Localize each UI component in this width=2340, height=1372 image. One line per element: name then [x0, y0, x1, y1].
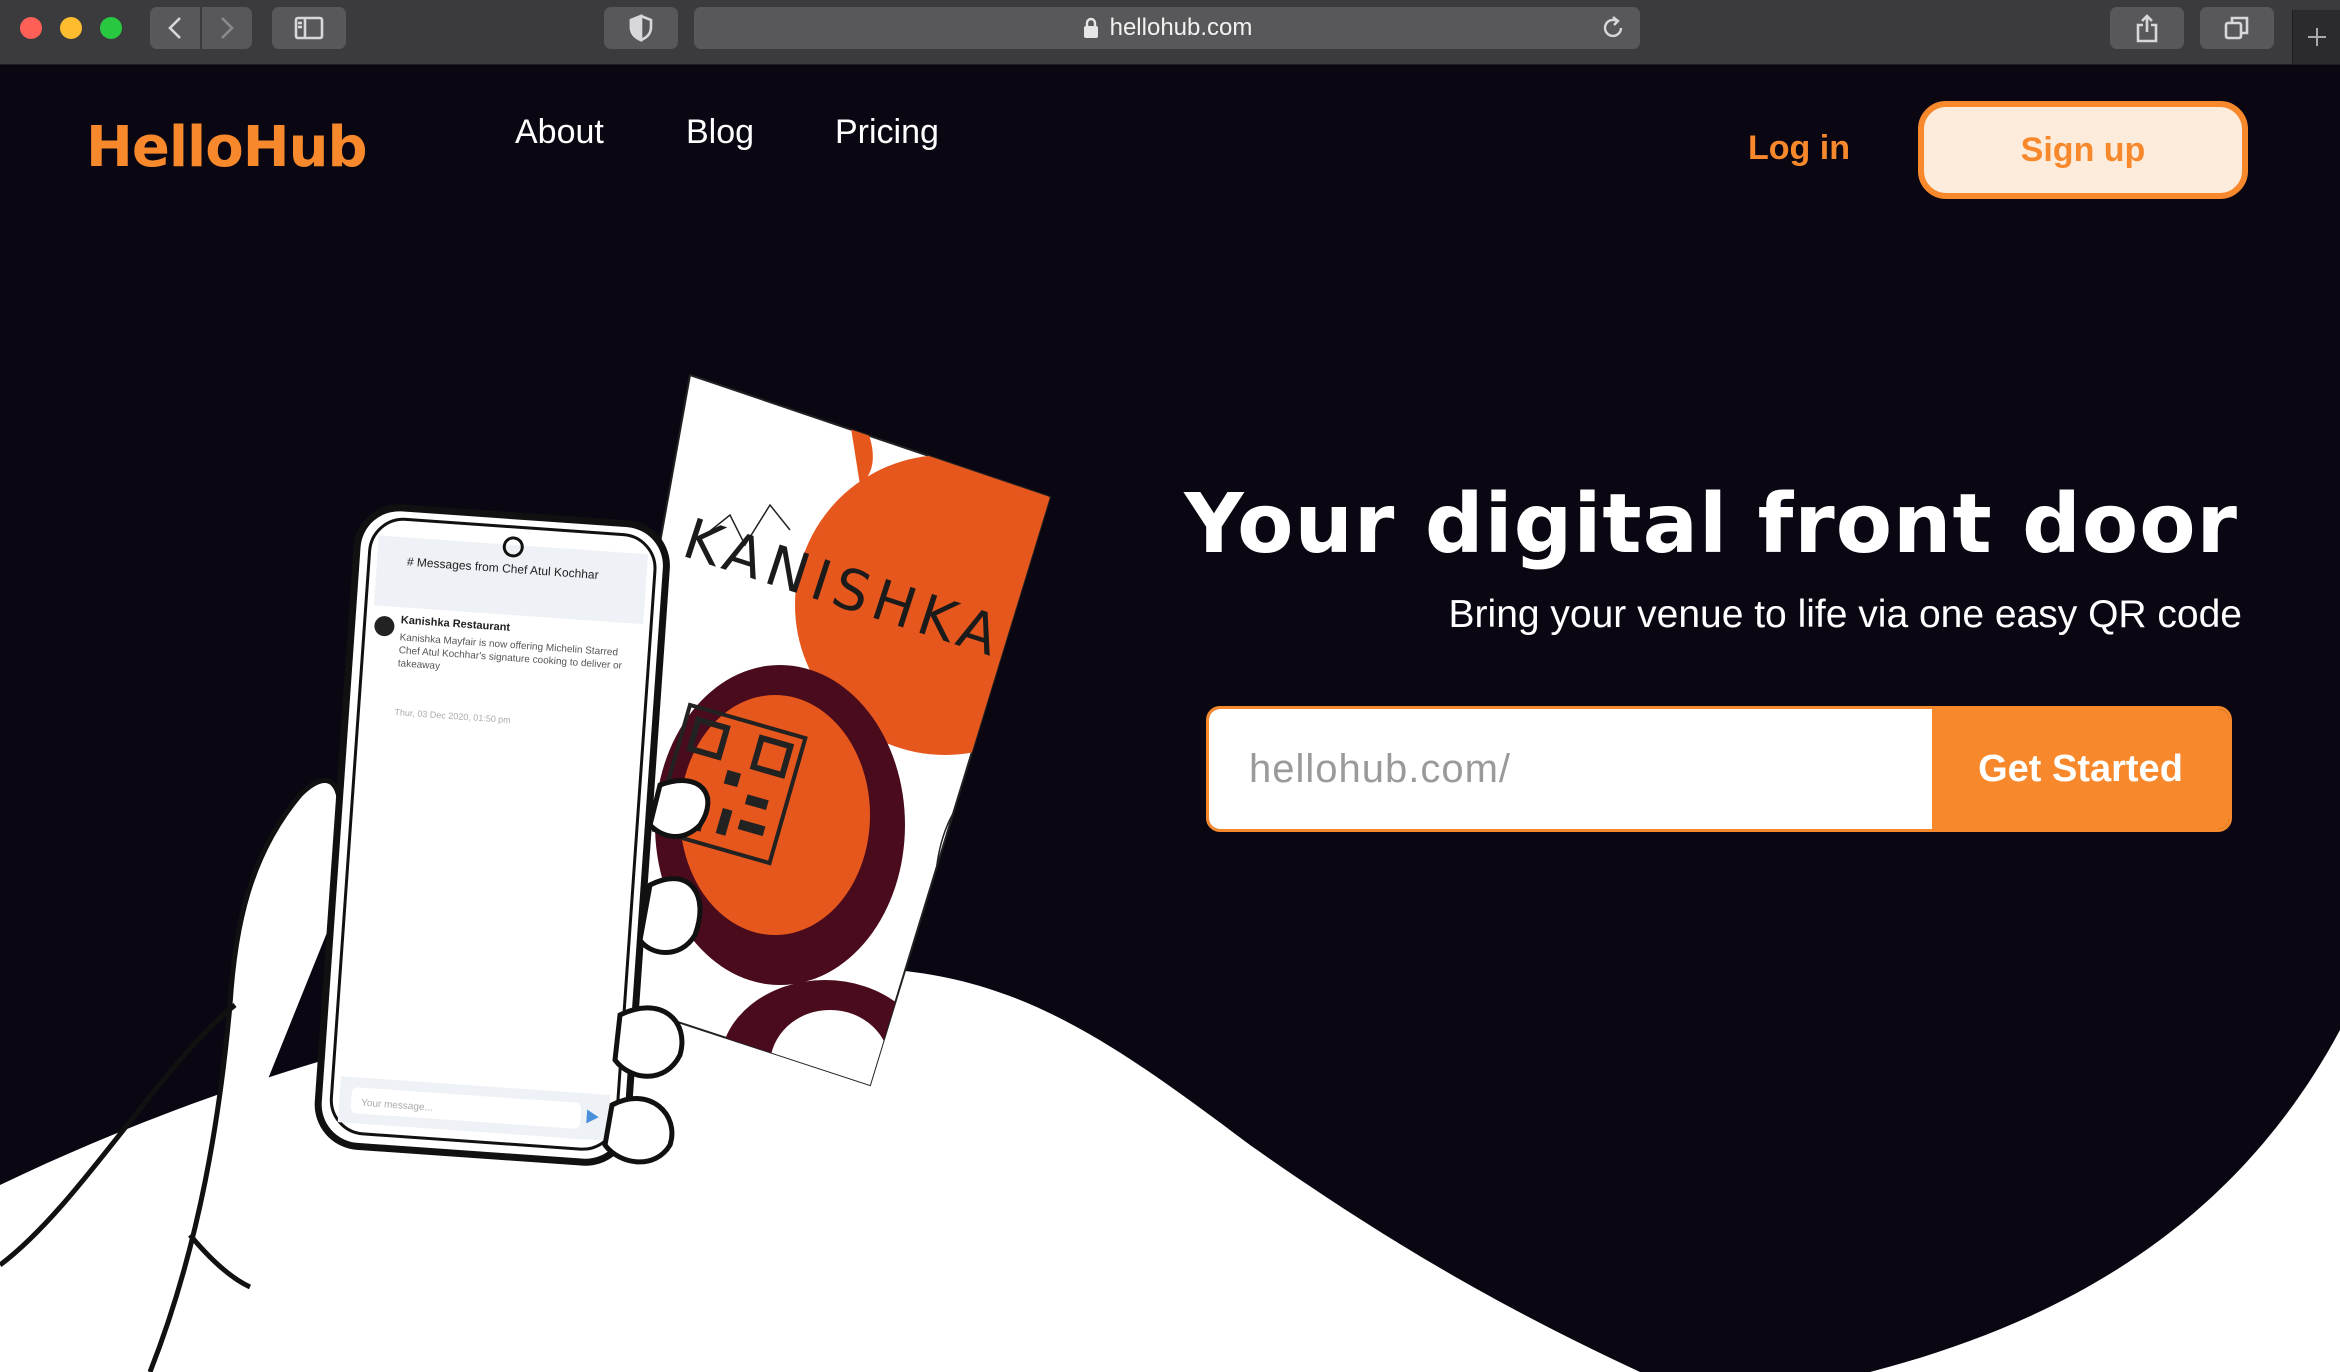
shield-icon [629, 14, 653, 42]
tabs-icon [2224, 16, 2249, 40]
reload-icon [1603, 16, 1623, 38]
signup-button[interactable]: Sign up [1918, 101, 2248, 199]
login-link[interactable]: Log in [1748, 129, 1850, 168]
hero-subtitle: Bring your venue to life via one easy QR… [1448, 593, 2242, 636]
lock-icon [1083, 17, 1098, 38]
hero-title: Your digital front door [1184, 477, 2238, 572]
back-button[interactable] [150, 7, 200, 49]
sidebar-toggle-button[interactable] [272, 7, 346, 49]
close-window-button[interactable] [20, 17, 42, 39]
minimize-window-button[interactable] [60, 17, 82, 39]
get-started-form: Get Started [1206, 706, 2232, 832]
url-text: hellohub.com [1109, 14, 1253, 41]
zoom-window-button[interactable] [100, 17, 122, 39]
forward-chevron-icon [221, 17, 234, 39]
plus-icon [2308, 28, 2326, 46]
get-started-button[interactable]: Get Started [1932, 709, 2229, 829]
nav-pricing[interactable]: Pricing [835, 113, 939, 152]
nav-blog[interactable]: Blog [686, 113, 754, 152]
reload-button[interactable] [1600, 15, 1626, 46]
landing-page: KANISHKA # Messages from Chef Atul Kochh… [0, 65, 2340, 1372]
phone: # Messages from Chef Atul Kochhar Kanish… [314, 504, 670, 1166]
browser-toolbar: hellohub.com [0, 0, 2340, 65]
tab-overview-button[interactable] [2200, 7, 2274, 49]
venue-url-input[interactable] [1209, 709, 1932, 829]
right-curve [1870, 1030, 2340, 1372]
back-chevron-icon [168, 17, 181, 39]
new-tab-button[interactable] [2292, 10, 2340, 64]
share-icon [2136, 14, 2158, 43]
sidebar-icon [294, 16, 324, 40]
logo[interactable]: HelloHub [86, 115, 368, 180]
forward-button[interactable] [202, 7, 252, 49]
address-bar[interactable]: hellohub.com [694, 7, 1640, 49]
share-button[interactable] [2110, 7, 2184, 49]
nav-about[interactable]: About [515, 113, 604, 152]
privacy-report-button[interactable] [604, 7, 678, 49]
